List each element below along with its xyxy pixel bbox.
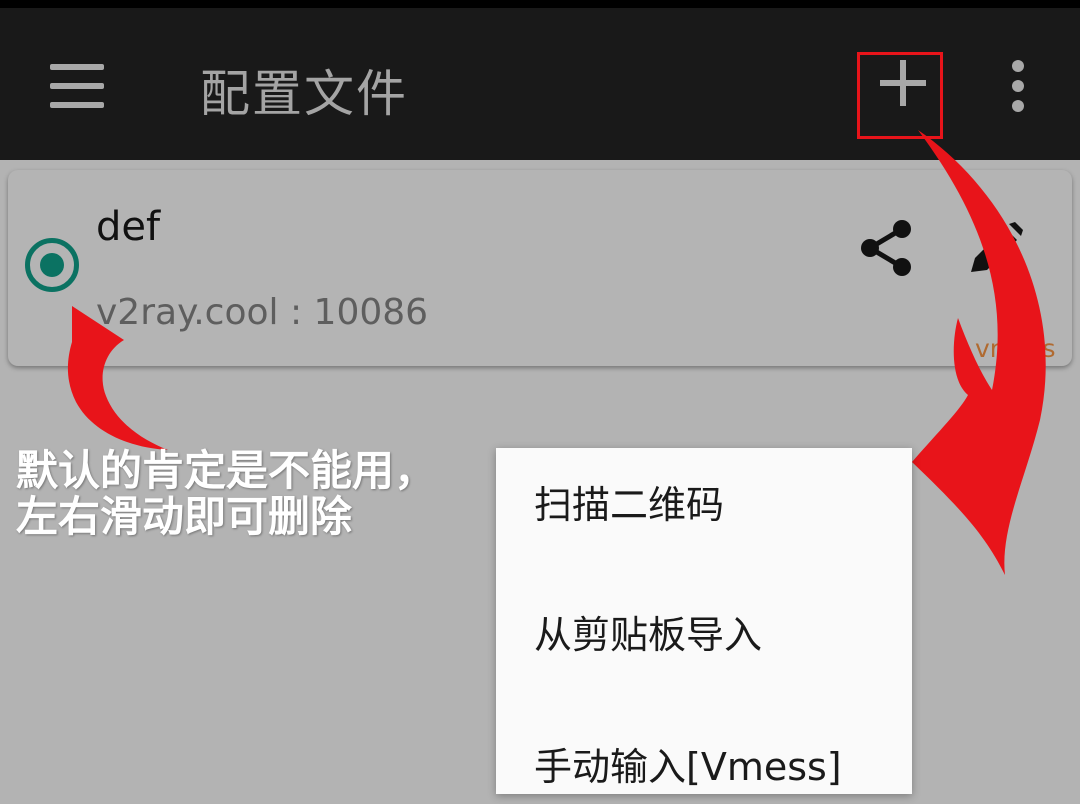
more-vert-dot bbox=[1012, 100, 1024, 112]
profile-name: def bbox=[96, 204, 161, 250]
hamburger-line bbox=[50, 102, 104, 108]
hamburger-menu-icon bbox=[50, 64, 104, 70]
share-icon bbox=[861, 220, 911, 276]
app-toolbar: 配置文件 bbox=[0, 8, 1080, 160]
overflow-menu-button[interactable] bbox=[1008, 60, 1032, 120]
radio-dot bbox=[40, 253, 64, 277]
menu-item-scan-qr[interactable]: 扫描二维码 bbox=[534, 474, 724, 529]
profile-select-radio[interactable] bbox=[25, 238, 79, 292]
add-profile-popup-menu: 扫描二维码 从剪贴板导入 手动输入[Vmess] bbox=[496, 448, 912, 794]
menu-item-manual-vmess[interactable]: 手动输入[Vmess] bbox=[534, 736, 842, 791]
status-strip bbox=[0, 0, 1080, 8]
page-title: 配置文件 bbox=[200, 65, 408, 123]
annotation-line-1: 默认的肯定是不能用， bbox=[16, 446, 437, 495]
protocol-type-label: vmess bbox=[975, 334, 1056, 363]
share-button[interactable] bbox=[858, 218, 914, 278]
more-vert-icon bbox=[1012, 60, 1024, 72]
pencil-icon bbox=[971, 222, 1023, 272]
profile-address: v2ray.cool : 10086 bbox=[96, 292, 429, 333]
more-vert-dot bbox=[1012, 80, 1024, 92]
annotation-highlight-box bbox=[857, 52, 943, 139]
annotation-note: 默认的肯定是不能用， 左右滑动即可删除 bbox=[16, 448, 436, 540]
edit-button[interactable] bbox=[965, 222, 1023, 278]
annotation-line-2: 左右滑动即可删除 bbox=[16, 492, 353, 541]
menu-item-import-clipboard[interactable]: 从剪贴板导入 bbox=[534, 604, 762, 659]
hamburger-line bbox=[50, 83, 104, 89]
menu-button[interactable] bbox=[50, 64, 104, 108]
